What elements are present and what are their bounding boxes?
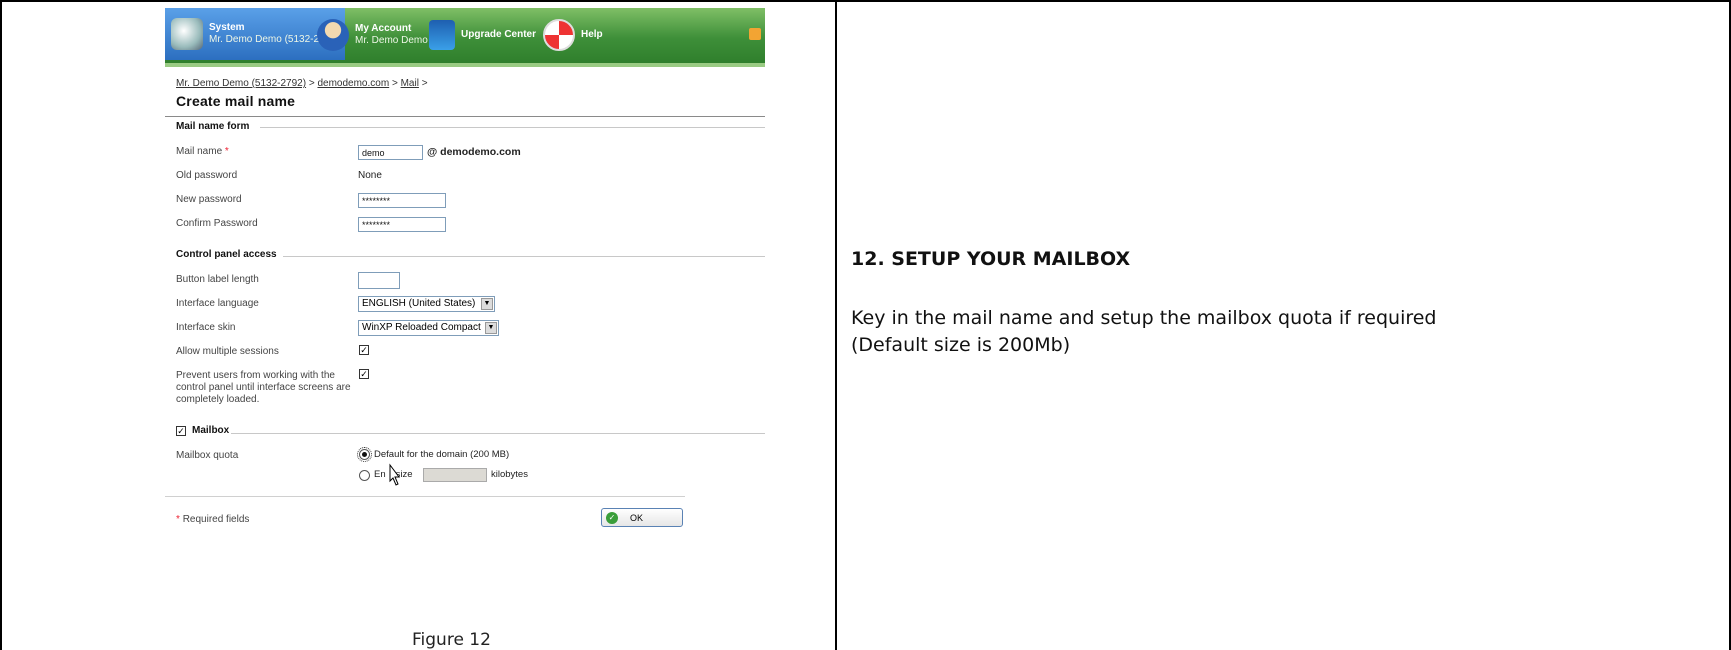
section-divider <box>260 127 765 128</box>
confirm-password-label: Confirm Password <box>176 218 258 229</box>
mouse-cursor-icon <box>389 463 400 486</box>
check-ok-icon: ✓ <box>606 511 618 524</box>
new-password-label: New password <box>176 194 242 205</box>
nav-upgrade-title: Upgrade Center <box>461 29 537 40</box>
prevent-users-checkbox[interactable]: ✓ <box>359 369 369 379</box>
interface-language-value: ENGLISH (United States) <box>362 298 476 309</box>
chevron-down-icon[interactable]: ▼ <box>485 322 497 334</box>
footer-divider <box>165 496 685 497</box>
step-heading: 12. SETUP YOUR MAILBOX <box>851 248 1131 270</box>
required-fields-note: * Required fields <box>176 514 250 525</box>
breadcrumb-domain-link[interactable]: demodemo.com <box>317 78 389 89</box>
button-label-length-label: Button label length <box>176 274 259 285</box>
section-mailbox: Mailbox <box>192 425 229 436</box>
button-label-length-input[interactable] <box>358 272 400 289</box>
quota-size-input[interactable] <box>423 468 487 482</box>
quota-size-unit: kilobytes <box>491 469 528 480</box>
table-left-border <box>0 0 2 650</box>
ok-button-label: OK <box>630 512 644 523</box>
mail-name-label: Mail name * <box>176 146 229 157</box>
quota-enter-size-radio[interactable] <box>359 470 370 481</box>
ok-button[interactable]: ✓ OK <box>601 508 683 527</box>
nav-upgrade-center[interactable]: Upgrade Center <box>429 14 536 56</box>
prevent-users-label: Prevent users from working with the cont… <box>176 370 351 405</box>
breadcrumb-separator: > <box>389 78 401 89</box>
section-mail-name-form: Mail name form <box>176 121 249 132</box>
account-icon <box>317 19 349 51</box>
allow-multiple-sessions-label: Allow multiple sessions <box>176 346 279 357</box>
page-title: Create mail name <box>176 93 296 109</box>
old-password-value: None <box>358 170 382 181</box>
nav-extra-icon[interactable] <box>749 28 761 40</box>
domain-suffix: @ demodemo.com <box>427 146 521 158</box>
nav-account-title: My Account <box>355 23 412 34</box>
quota-default-radio[interactable] <box>357 447 372 462</box>
title-divider <box>165 116 765 117</box>
nav-help-title: Help <box>581 29 603 40</box>
breadcrumb-separator: > <box>418 78 428 89</box>
confirm-password-input[interactable]: ******** <box>358 217 446 232</box>
section-control-panel-access: Control panel access <box>176 249 277 260</box>
top-navigation: System Mr. Demo Demo (5132-2792) My Acco… <box>165 8 765 67</box>
new-password-input[interactable]: ******** <box>358 193 446 208</box>
section-title: Mail name form <box>176 121 250 132</box>
step-body: Key in the mail name and setup the mailb… <box>851 307 1437 356</box>
help-lifebuoy-icon <box>543 19 575 51</box>
section-divider <box>231 433 765 434</box>
breadcrumb-account-link[interactable]: Mr. Demo Demo (5132-2792) <box>176 78 306 89</box>
chevron-down-icon[interactable]: ▼ <box>481 298 493 310</box>
breadcrumb: Mr. Demo Demo (5132-2792) > demodemo.com… <box>176 78 428 89</box>
gear-icon <box>171 18 203 50</box>
allow-multiple-sessions-checkbox[interactable]: ✓ <box>359 345 369 355</box>
interface-language-select[interactable]: ENGLISH (United States) ▼ <box>358 296 495 312</box>
mailbox-quota-label: Mailbox quota <box>176 450 239 461</box>
breadcrumb-separator: > <box>306 78 318 89</box>
required-marker: * <box>224 146 229 157</box>
interface-language-label: Interface language <box>176 298 259 309</box>
nav-help[interactable]: Help <box>543 14 603 56</box>
interface-skin-value: WinXP Reloaded Compact <box>362 322 481 333</box>
mail-name-input[interactable]: demo <box>358 145 423 160</box>
interface-skin-label: Interface skin <box>176 322 236 333</box>
table-middle-border <box>835 0 837 650</box>
nav-account-sub: Mr. Demo Demo <box>355 35 428 46</box>
upgrade-icon <box>429 20 455 50</box>
section-divider <box>283 256 765 257</box>
quota-default-label: Default for the domain (200 MB) <box>374 449 510 460</box>
figure-caption: Figure 12 <box>412 630 491 650</box>
section-title: Control panel access <box>176 249 277 260</box>
screenshot-figure: System Mr. Demo Demo (5132-2792) My Acco… <box>165 8 765 623</box>
breadcrumb-mail-link[interactable]: Mail <box>401 78 419 89</box>
table-top-border <box>0 0 1731 2</box>
section-title: Mailbox <box>192 425 230 436</box>
interface-skin-select[interactable]: WinXP Reloaded Compact ▼ <box>358 320 499 336</box>
nav-my-account[interactable]: My Account Mr. Demo Demo <box>317 14 428 56</box>
mailbox-checkbox[interactable]: ✓ <box>176 426 186 436</box>
old-password-label: Old password <box>176 170 238 181</box>
